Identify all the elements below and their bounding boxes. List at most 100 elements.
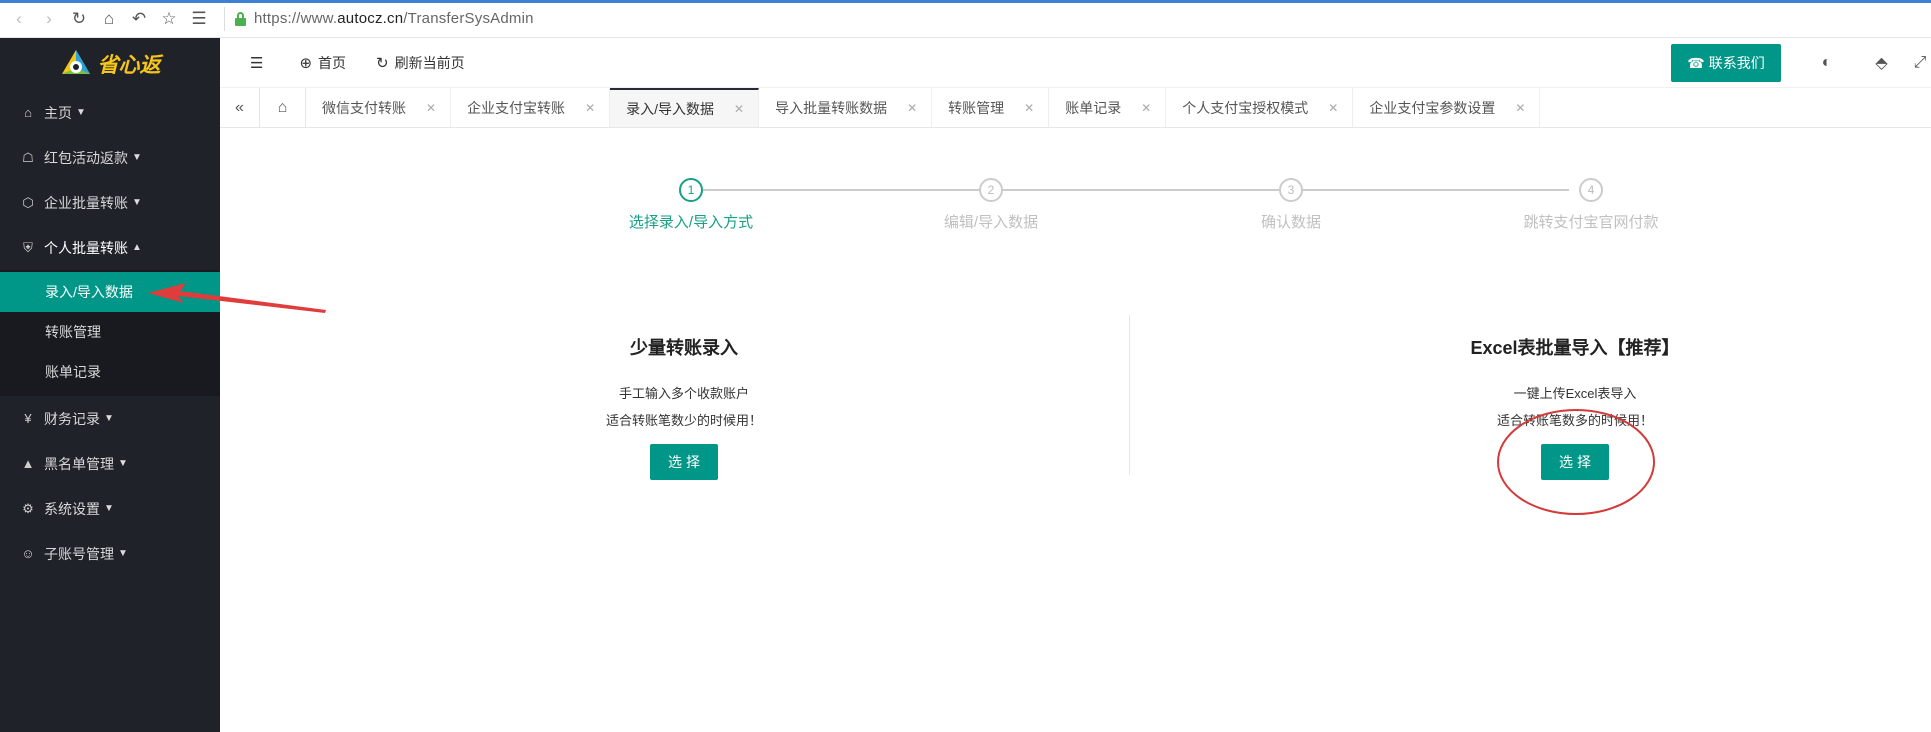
browser-toolbar: ‹ › ↻ ⌂ ↶ ☆ ☰ https://www.autocz.cn/Tran… — [0, 0, 1931, 38]
home-label: 首页 — [318, 54, 347, 71]
submenu: 录入/导入数据 转账管理 账单记录 — [0, 270, 220, 396]
menu-item-redpacket[interactable]: ☖ 红包活动返款 ▼ — [0, 135, 220, 180]
tag-icon[interactable]: ⬘ — [1854, 53, 1909, 73]
menu-item-blacklist[interactable]: ▲ 黑名单管理 ▼ — [0, 441, 220, 486]
menu-item-enterprise-transfer[interactable]: ⬡ 企业批量转账 ▼ — [0, 180, 220, 225]
palette-icon[interactable]: ◐ — [1799, 54, 1854, 72]
menu-item-home[interactable]: ⌂ 主页 ▼ — [0, 90, 220, 135]
refresh-label: 刷新当前页 — [394, 54, 465, 71]
tab-label: 企业支付宝转账 — [467, 99, 566, 116]
sub-item-bill-records[interactable]: 账单记录 — [0, 352, 220, 392]
globe-icon: ⊕ — [299, 54, 313, 72]
menu-label: 财务记录 — [44, 410, 100, 427]
yen-icon: ¥ — [24, 411, 32, 426]
menu-label: 主页 — [44, 104, 72, 121]
caret-down-icon: ▼ — [118, 458, 128, 469]
tab-label: 账单记录 — [1065, 99, 1122, 116]
tab-personal-alipay-auth[interactable]: 个人支付宝授权模式 ✕ — [1166, 88, 1354, 127]
tab-wechat-transfer[interactable]: 微信支付转账 ✕ — [306, 88, 452, 127]
browser-home-icon[interactable]: ⌂ — [98, 8, 120, 30]
close-icon[interactable]: ✕ — [1024, 101, 1034, 115]
tab-label: 录入/导入数据 — [626, 100, 715, 117]
fullscreen-icon[interactable]: ⤢ — [1909, 54, 1931, 72]
box-icon: ⬡ — [22, 194, 34, 210]
excel-import-card: Excel表批量导入【推荐】 一键上传Excel表导入 适合转账笔数多的时候用！… — [1425, 334, 1725, 480]
step-label-3: 确认数据 — [1260, 214, 1322, 231]
card-desc: 一键上传Excel表导入 — [1513, 386, 1637, 401]
step-label-2: 编辑/导入数据 — [943, 214, 1039, 231]
url-text: https://www.autocz.cn/TransferSysAdmin — [254, 10, 534, 27]
tab-label: 微信支付转账 — [322, 99, 406, 116]
sub-item-input-import[interactable]: 录入/导入数据 — [0, 272, 220, 312]
step-connector — [691, 189, 1569, 191]
close-icon[interactable]: ✕ — [1515, 101, 1525, 115]
close-icon[interactable]: ✕ — [1141, 101, 1151, 115]
caret-down-icon: ▼ — [104, 413, 114, 424]
tab-transfer-manage[interactable]: 转账管理 ✕ — [932, 88, 1050, 127]
step-dot-2: 2 — [979, 178, 1003, 202]
close-icon[interactable]: ✕ — [585, 101, 595, 115]
card-title: 少量转账录入 — [630, 338, 738, 358]
user-icon: ▲ — [21, 456, 35, 471]
forward-icon[interactable]: › — [38, 8, 60, 30]
caret-up-icon: ▲ — [132, 242, 142, 253]
step-progress: 1 2 3 4 选择录入/导入方式 编辑/导入数据 确认数据 跳转支付宝官网付款 — [220, 129, 1931, 249]
logo[interactable]: 省心返 — [0, 38, 220, 90]
sidebar: 省心返 ⌂ 主页 ▼ ☖ 红包活动返款 ▼ ⬡ 企业批量转账 ▼ ⛨ 个人批量转账 ▲ … — [0, 38, 220, 732]
reader-icon[interactable]: ☰ — [188, 8, 210, 30]
undo-icon[interactable]: ↶ — [128, 8, 150, 30]
tab-enterprise-alipay-params[interactable]: 企业支付宝参数设置 ✕ — [1353, 88, 1541, 127]
step-dot-3: 3 — [1279, 178, 1303, 202]
page-load-progress — [0, 0, 1931, 3]
step-dot-4: 4 — [1579, 178, 1603, 202]
back-icon[interactable]: ‹ — [8, 8, 30, 30]
menu-item-subaccounts[interactable]: ☺ 子账号管理 ▼ — [0, 531, 220, 576]
menu-item-settings[interactable]: ⚙ 系统设置 ▼ — [0, 486, 220, 531]
menu-label: 系统设置 — [44, 500, 100, 517]
close-icon[interactable]: ✕ — [426, 101, 436, 115]
menu-label: 个人批量转账 — [44, 239, 128, 256]
card-title: Excel表批量导入【推荐】 — [1470, 338, 1680, 358]
top-header: ☰ ⊕ 首页 ↻ 刷新当前页 ☎ 联系我们 ◐ ⬘ ⤢ — [220, 38, 1931, 88]
close-icon[interactable]: ✕ — [734, 102, 744, 116]
contact-label: 联系我们 — [1708, 55, 1765, 71]
toggle-sidebar-button[interactable]: ☰ — [250, 54, 269, 72]
select-excel-button[interactable]: 选择 — [1541, 444, 1609, 480]
card-divider — [1129, 315, 1130, 475]
tab-enterprise-alipay[interactable]: 企业支付宝转账 ✕ — [451, 88, 611, 127]
close-icon[interactable]: ✕ — [907, 101, 917, 115]
headset-icon: ☎ — [1687, 54, 1705, 71]
home-button[interactable]: ⊕ 首页 — [299, 53, 346, 73]
logo-mark-icon — [61, 50, 90, 74]
menu-label: 企业批量转账 — [44, 194, 128, 211]
tab-input-import[interactable]: 录入/导入数据 ✕ — [610, 88, 760, 127]
reload-icon[interactable]: ↻ — [68, 8, 90, 30]
tab-bill-records[interactable]: 账单记录 ✕ — [1049, 88, 1167, 127]
refresh-icon: ↻ — [376, 54, 389, 72]
menu-label: 子账号管理 — [44, 545, 114, 562]
bookmark-star-icon[interactable]: ☆ — [158, 8, 180, 30]
card-desc: 适合转账笔数少的时候用！ — [605, 413, 762, 428]
step-label-1: 选择录入/导入方式 — [628, 214, 754, 231]
tab-label: 企业支付宝参数设置 — [1369, 99, 1496, 116]
sub-item-transfer-manage[interactable]: 转账管理 — [0, 312, 220, 352]
refresh-button[interactable]: ↻ 刷新当前页 — [376, 53, 465, 73]
shield-icon: ⛨ — [23, 239, 33, 255]
gear-icon: ⚙ — [22, 500, 34, 516]
main-content: 1 2 3 4 选择录入/导入方式 编辑/导入数据 确认数据 跳转支付宝官网付款… — [220, 129, 1931, 732]
tab-batch-import[interactable]: 导入批量转账数据 ✕ — [759, 88, 933, 127]
caret-down-icon: ▼ — [104, 503, 114, 514]
select-manual-button[interactable]: 选择 — [650, 444, 718, 480]
account-icon: ☺ — [21, 546, 35, 561]
contact-us-button[interactable]: ☎ 联系我们 — [1671, 44, 1781, 82]
tab-home-icon[interactable]: ⌂ — [260, 88, 306, 127]
menu-item-personal-transfer[interactable]: ⛨ 个人批量转账 ▲ — [0, 225, 220, 270]
close-icon[interactable]: ✕ — [1328, 101, 1338, 115]
tab-label: 导入批量转账数据 — [775, 99, 888, 116]
address-bar[interactable]: https://www.autocz.cn/TransferSysAdmin — [224, 6, 534, 31]
tab-scroll-left-icon[interactable]: « — [220, 88, 260, 127]
menu-fold-icon: ☰ — [250, 54, 264, 72]
menu-label: 黑名单管理 — [44, 455, 114, 472]
menu-item-finance[interactable]: ¥ 财务记录 ▼ — [0, 396, 220, 441]
menu-label: 红包活动返款 — [44, 149, 128, 166]
